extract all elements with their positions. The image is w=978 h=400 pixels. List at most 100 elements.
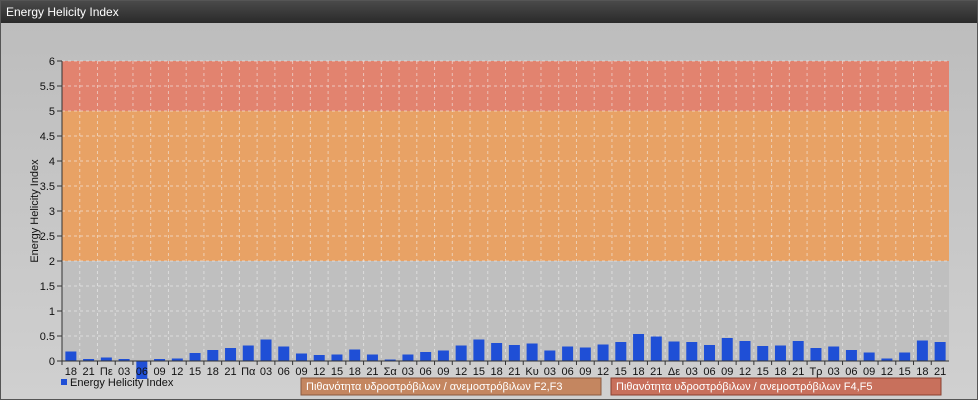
bar xyxy=(863,352,875,361)
bar xyxy=(260,339,272,361)
bar xyxy=(100,357,112,361)
x-tick-label: 18 xyxy=(632,366,644,378)
x-tick-label: 21 xyxy=(508,366,520,378)
bar xyxy=(544,350,556,361)
y-tick-label: 3 xyxy=(49,206,55,218)
x-tick-label: 18 xyxy=(774,366,786,378)
x-tick-label: 03 xyxy=(260,366,272,378)
x-tick-label: Δε xyxy=(668,366,680,378)
y-tick-label: 4.5 xyxy=(40,131,55,143)
y-tick-label: 6 xyxy=(49,56,55,68)
x-tick-label: 18 xyxy=(491,366,503,378)
legend-label-f4f5: Πιθανότητα υδροστρόβιλων / ανεμοστρόβιλω… xyxy=(616,381,873,393)
x-tick-label: 12 xyxy=(597,366,609,378)
bar xyxy=(508,345,520,361)
x-tick-label: 12 xyxy=(313,366,325,378)
window-title: Energy Helicity Index xyxy=(1,1,977,23)
bar xyxy=(597,344,609,361)
bar xyxy=(366,354,378,361)
x-tick-label: 21 xyxy=(650,366,662,378)
legend-label-ehi: Energy Helicity Index xyxy=(70,377,174,389)
bar xyxy=(455,345,467,361)
chart-area: 0 0.5 1 1.5 2 2.5 3 3.5 4 4.5 5 5.5 6 Energy Helicity… xyxy=(1,23,977,399)
bar xyxy=(934,342,946,361)
bar xyxy=(207,350,219,361)
x-tick-label: 18 xyxy=(349,366,361,378)
bar xyxy=(278,346,290,361)
x-tick-label: Σα xyxy=(384,366,398,378)
y-tick-label: 5 xyxy=(49,106,55,118)
x-tick-label: Κυ xyxy=(525,366,538,378)
x-tick-label: 03 xyxy=(686,366,698,378)
bar xyxy=(225,348,237,361)
bar xyxy=(739,341,751,361)
y-tick-label: 1 xyxy=(49,306,55,318)
x-tick-label: 12 xyxy=(739,366,751,378)
x-tick-label: 09 xyxy=(579,366,591,378)
bar xyxy=(615,342,627,361)
x-tick-label: 06 xyxy=(845,366,857,378)
x-tick-label: 09 xyxy=(721,366,733,378)
bar xyxy=(792,341,804,361)
y-tick-label: 0.5 xyxy=(40,331,55,343)
x-tick-label: 09 xyxy=(437,366,449,378)
x-tick-label: 15 xyxy=(473,366,485,378)
bar xyxy=(313,355,325,361)
y-tick-label: 0 xyxy=(49,356,55,368)
bar xyxy=(650,336,662,361)
bar xyxy=(810,348,822,361)
bar xyxy=(242,345,254,361)
x-tick-label: 09 xyxy=(295,366,307,378)
x-tick-label: Τρ xyxy=(809,366,822,378)
y-tick-label: 3.5 xyxy=(40,181,55,193)
x-tick-label: 15 xyxy=(757,366,769,378)
bar xyxy=(899,352,911,361)
bar xyxy=(828,346,840,361)
x-tick-label: 21 xyxy=(792,366,804,378)
bar xyxy=(721,338,733,361)
y-tick-label: 1.5 xyxy=(40,281,55,293)
x-tick-label: 15 xyxy=(331,366,343,378)
x-tick-label: 15 xyxy=(189,366,201,378)
x-tick-label: 06 xyxy=(278,366,290,378)
bar xyxy=(420,352,432,361)
x-tick-label: 03 xyxy=(544,366,556,378)
bar xyxy=(916,340,928,361)
bar xyxy=(402,354,414,361)
x-tick-label: 21 xyxy=(366,366,378,378)
bar xyxy=(562,346,574,361)
x-tick-label: 06 xyxy=(420,366,432,378)
bar xyxy=(437,350,449,361)
bar xyxy=(65,351,77,361)
x-tick-label: 12 xyxy=(881,366,893,378)
x-tick-label: 18 xyxy=(916,366,928,378)
bar xyxy=(704,345,716,361)
x-tick-label: 03 xyxy=(828,366,840,378)
bar xyxy=(295,353,307,361)
y-axis-label: Energy Helicity Index xyxy=(29,159,41,263)
bar xyxy=(331,354,343,361)
legend-swatch-ehi xyxy=(61,379,67,385)
x-tick-label: 03 xyxy=(402,366,414,378)
x-tick-label: 21 xyxy=(934,366,946,378)
x-tick-label: 15 xyxy=(615,366,627,378)
x-tick-label: 06 xyxy=(703,366,715,378)
helicity-bar-chart: 0 0.5 1 1.5 2 2.5 3 3.5 4 4.5 5 5.5 6 Energy Helicity… xyxy=(29,56,949,396)
x-tick-label: 21 xyxy=(224,366,236,378)
x-tick-label: 12 xyxy=(455,366,467,378)
x-tick-label: 15 xyxy=(899,366,911,378)
x-tick-label: 18 xyxy=(207,366,219,378)
bar xyxy=(774,345,786,361)
y-tick-label: 5.5 xyxy=(40,81,55,93)
x-tick-label: Πα xyxy=(241,366,256,378)
y-tick-label: 2 xyxy=(49,256,55,268)
y-tick-label: 4 xyxy=(49,156,55,168)
legend-label-f2f3: Πιθανότητα υδροστρόβιλων / ανεμοστρόβιλω… xyxy=(306,381,563,393)
bar xyxy=(633,334,645,361)
bar xyxy=(349,349,361,361)
y-tick-label: 2.5 xyxy=(40,231,55,243)
bar xyxy=(189,353,201,361)
x-tick-label: 06 xyxy=(561,366,573,378)
x-tick-label: 09 xyxy=(863,366,875,378)
chart-window: Energy Helicity Index 0 0.5 1 1.5 2 2.5 3 3.5 4 4… xyxy=(0,0,978,400)
